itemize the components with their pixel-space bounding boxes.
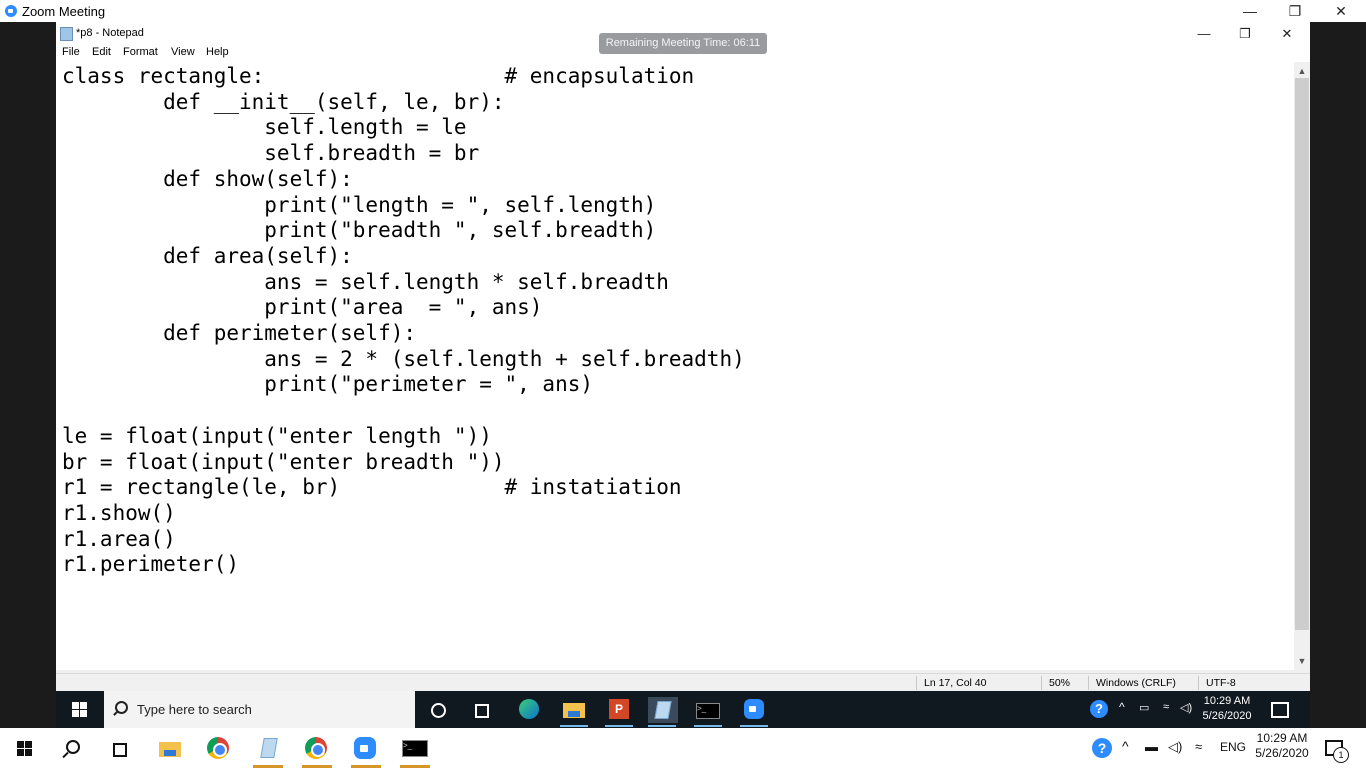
taskbar-search-box[interactable]: Type here to search <box>104 691 415 728</box>
volume-icon[interactable]: ◁) <box>1168 739 1182 755</box>
clock-date: 5/26/2020 <box>1255 746 1309 760</box>
wifi-icon[interactable]: ≈ <box>1163 701 1169 713</box>
windows-start-icon[interactable] <box>17 741 33 757</box>
status-encoding: UTF-8 <box>1206 677 1236 689</box>
chevron-up-icon[interactable]: ^ <box>1119 700 1125 714</box>
status-position: Ln 17, Col 40 <box>924 677 987 689</box>
vertical-scrollbar[interactable]: ▲ ▼ <box>1294 62 1310 670</box>
windows-start-icon[interactable] <box>72 702 88 718</box>
screenshare-border-left <box>0 22 56 690</box>
text-editor-area[interactable]: class rectangle: # encapsulation def __i… <box>56 62 1294 670</box>
active-indicator <box>694 725 722 727</box>
clock-time: 10:29 AM <box>1256 731 1308 745</box>
notepad-minimize-button[interactable]: — <box>1184 24 1224 44</box>
status-divider <box>1088 676 1089 690</box>
zoom-title-bar: Zoom Meeting — ❐ ✕ <box>0 0 1366 22</box>
powerpoint-icon[interactable]: P <box>605 697 633 727</box>
shared-taskbar: Type here to search P >_ ? ^ ▭ ≈ ◁) 10:2… <box>56 691 1310 728</box>
screenshare-border-right <box>1310 22 1366 690</box>
battery-icon[interactable]: ▭ <box>1139 701 1149 714</box>
zoom-window-title: Zoom Meeting <box>22 4 106 19</box>
task-view-icon[interactable] <box>105 735 135 763</box>
search-placeholder: Type here to search <box>137 702 252 717</box>
chrome-icon[interactable] <box>204 735 234 763</box>
zoom-logo-icon <box>5 5 17 17</box>
notepad-icon[interactable] <box>253 735 283 768</box>
notepad-close-button[interactable]: ✕ <box>1267 24 1307 44</box>
code-text[interactable]: class rectangle: # encapsulation def __i… <box>62 64 745 578</box>
chrome-icon[interactable] <box>302 735 332 768</box>
status-line-ending: Windows (CRLF) <box>1096 677 1176 689</box>
file-explorer-icon[interactable] <box>155 735 185 763</box>
language-indicator[interactable]: ENG <box>1220 740 1246 754</box>
chevron-up-icon[interactable]: ^ <box>1122 738 1129 754</box>
search-icon <box>115 701 128 714</box>
menu-format[interactable]: Format <box>123 46 158 58</box>
status-divider <box>916 676 917 690</box>
menu-edit[interactable]: Edit <box>92 46 111 58</box>
search-icon[interactable] <box>57 735 87 763</box>
remaining-meeting-time: Remaining Meeting Time: 06:11 <box>599 33 767 54</box>
scroll-up-icon[interactable]: ▲ <box>1294 64 1310 78</box>
notepad-icon[interactable] <box>648 697 678 727</box>
cmd-icon[interactable]: >_ <box>694 697 722 727</box>
scroll-down-icon[interactable]: ▼ <box>1294 654 1310 668</box>
scrollbar-thumb[interactable] <box>1295 78 1309 630</box>
status-bar: Ln 17, Col 40 50% Windows (CRLF) UTF-8 <box>56 673 1310 692</box>
notepad-title: *p8 - Notepad <box>76 27 144 39</box>
notepad-icon <box>60 27 73 41</box>
status-divider <box>1198 676 1199 690</box>
zoom-icon[interactable] <box>740 697 768 727</box>
notepad-window: *p8 - Notepad — ❐ ✕ Remaining Meeting Ti… <box>56 22 1310 692</box>
notification-badge: 1 <box>1333 747 1349 763</box>
help-icon[interactable]: ? <box>1092 738 1112 758</box>
action-center-icon[interactable] <box>1271 702 1289 718</box>
menu-view[interactable]: View <box>171 46 195 58</box>
clock-date: 5/26/2020 <box>1202 710 1252 722</box>
status-divider <box>1041 676 1042 690</box>
zoom-restore-button[interactable]: ❐ <box>1272 0 1318 22</box>
task-view-icon[interactable] <box>468 697 496 723</box>
outer-taskbar: >_ ? ^ ▬ ◁) ≈ ENG 10:29 AM 5/26/2020 1 <box>0 728 1366 768</box>
file-explorer-icon[interactable] <box>560 697 588 727</box>
wifi-icon[interactable]: ≈ <box>1195 739 1202 754</box>
cortana-icon[interactable] <box>424 697 452 723</box>
active-indicator <box>648 725 676 727</box>
clock-time: 10:29 AM <box>1203 695 1251 707</box>
cmd-icon[interactable]: >_ <box>400 735 430 768</box>
zoom-close-button[interactable]: ✕ <box>1318 0 1364 22</box>
active-indicator <box>605 725 633 727</box>
notepad-restore-button[interactable]: ❐ <box>1225 24 1265 44</box>
menu-file[interactable]: File <box>62 46 80 58</box>
battery-icon[interactable]: ▬ <box>1145 739 1158 754</box>
volume-icon[interactable]: ◁) <box>1180 701 1192 714</box>
taskbar-clock[interactable]: 10:29 AM 5/26/2020 <box>1197 694 1257 724</box>
zoom-minimize-button[interactable]: — <box>1227 0 1273 22</box>
help-icon[interactable]: ? <box>1090 700 1108 718</box>
zoom-icon[interactable] <box>351 735 381 768</box>
edge-icon[interactable] <box>515 697 543 723</box>
active-indicator <box>560 725 588 727</box>
status-zoom: 50% <box>1049 677 1071 689</box>
taskbar-clock[interactable]: 10:29 AM 5/26/2020 <box>1250 731 1314 761</box>
menu-help[interactable]: Help <box>206 46 229 58</box>
active-indicator <box>740 725 768 727</box>
